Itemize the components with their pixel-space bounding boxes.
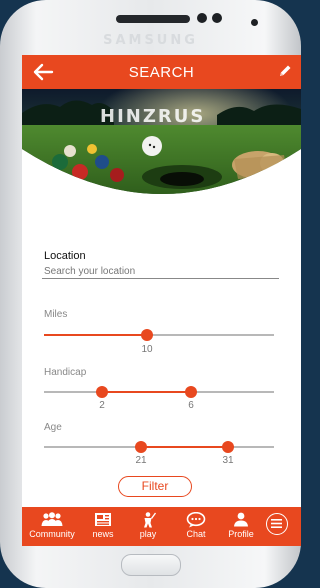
age-min-value: 21 [135,455,147,466]
app-screen: SEARCH HINZRUS Location Search your loca… [22,55,301,546]
handicap-slider-fill [102,391,191,393]
handicap-label: Handicap [44,367,87,378]
age-max-value: 31 [222,455,234,466]
nav-item-play[interactable]: play [130,507,166,546]
golfer-icon [144,512,157,528]
miles-slider-thumb[interactable] [141,329,153,341]
miles-slider-fill [44,334,147,336]
handicap-min-thumb[interactable] [96,386,108,398]
home-button[interactable] [121,554,181,576]
location-label: Location [44,250,86,262]
menu-button[interactable] [266,513,288,535]
person-icon [234,512,248,527]
front-camera [251,19,258,26]
filter-button[interactable]: Filter [118,476,192,497]
camera-dot [197,13,207,23]
page-title: SEARCH [128,64,195,81]
handicap-min-value: 2 [99,400,105,411]
bottom-nav: Community news play Chat Profile [22,507,301,546]
handicap-max-value: 6 [188,400,194,411]
nav-label-community: Community [29,529,75,539]
miles-value: 10 [141,344,153,355]
newspaper-icon [95,513,111,526]
sensor-dot [212,13,222,23]
age-min-thumb[interactable] [135,441,147,453]
menu-icon [271,519,282,528]
pencil-icon[interactable] [277,63,293,79]
age-slider-fill [141,446,228,448]
age-max-thumb[interactable] [222,441,234,453]
nav-label-news: news [92,529,114,539]
nav-item-community[interactable]: Community [26,507,78,546]
handicap-slider-track[interactable]: 2 6 [44,386,274,411]
app-header: SEARCH [22,55,301,89]
brand-logo: HINZRUS [100,106,206,127]
earpiece [116,15,190,23]
phone-frame: SAMSUNG SEARCH HINZRUS Location Search y… [0,0,301,588]
users-icon [41,512,63,526]
age-label: Age [44,422,62,433]
device-brand: SAMSUNG [103,33,198,48]
nav-item-chat[interactable]: Chat [178,507,214,546]
nav-label-chat: Chat [186,529,206,539]
miles-label: Miles [44,309,68,320]
nav-label-profile: Profile [228,529,254,539]
hero-banner: HINZRUS [22,89,301,201]
age-slider-track[interactable]: 21 31 [44,441,274,466]
nav-item-profile[interactable]: Profile [221,507,261,546]
location-input[interactable] [42,264,279,279]
nav-label-play: play [139,529,157,539]
nav-item-news[interactable]: news [84,507,122,546]
chat-bubble-icon [186,512,206,528]
miles-slider-track[interactable]: 10 [44,329,274,355]
handicap-max-thumb[interactable] [185,386,197,398]
